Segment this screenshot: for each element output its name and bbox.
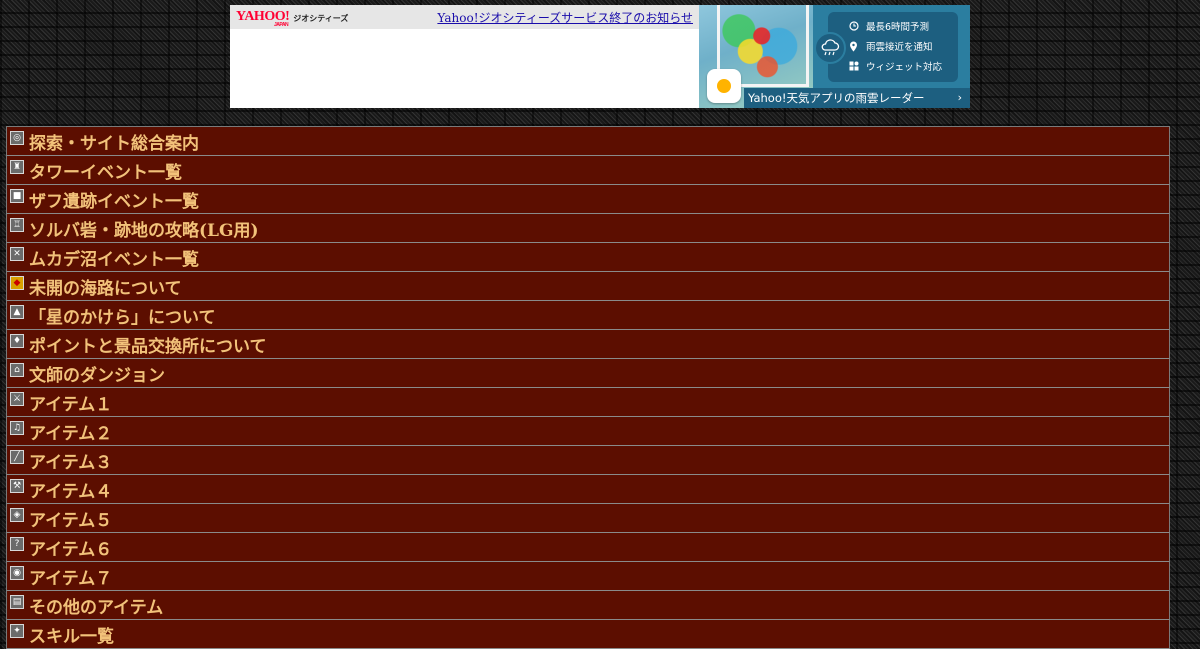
chevron-right-icon: › — [957, 91, 962, 104]
geocities-topbar: YAHOO! JAPAN ジオシティーズ Yahoo!ジオシティーズサービス終了… — [230, 5, 699, 29]
service-end-notice-link[interactable]: Yahoo!ジオシティーズサービス終了のお知らせ — [437, 9, 693, 26]
skill-icon: ✦ — [10, 624, 24, 638]
nav-item-sea-route[interactable]: ◆ 未開の海路について — [6, 272, 1170, 301]
weather-app-icon — [707, 69, 741, 103]
nav-item-label: アイテム２ — [29, 423, 113, 444]
nav-item-items-5[interactable]: ◈ アイテム５ — [6, 504, 1170, 533]
nav-item-label: ムカデ沼イベント一覧 — [29, 249, 199, 270]
bag-icon: ▤ — [10, 595, 24, 609]
location-pin-icon — [848, 41, 859, 52]
nav-item-label: アイテム１ — [29, 394, 113, 415]
nav-item-tower-events[interactable]: ♜ タワーイベント一覧 — [6, 156, 1170, 185]
nav-item-label: ポイントと景品交換所について — [29, 336, 267, 357]
nav-item-dungeon[interactable]: ⌂ 文師のダンジョン — [6, 359, 1170, 388]
compass-icon: ◎ — [10, 131, 24, 145]
nav-item-label: アイテム７ — [29, 568, 113, 589]
swamp-icon: ✕ — [10, 247, 24, 261]
nav-item-star-fragment[interactable]: ▲ 「星のかけら」について — [6, 301, 1170, 330]
nav-item-label: アイテム３ — [29, 452, 113, 473]
sword-icon: ⚔ — [10, 392, 24, 406]
weather-cta-label: Yahoo!天気アプリの雨雲レーダー — [748, 91, 925, 105]
nav-item-skills[interactable]: ✦ スキル一覧 — [6, 620, 1170, 649]
sun-icon — [717, 79, 731, 93]
helmet-icon: ? — [10, 537, 24, 551]
nav-item-label: アイテム４ — [29, 481, 113, 502]
nav-item-label: アイテム６ — [29, 539, 113, 560]
yahoo-logo-sub: JAPAN — [274, 22, 289, 28]
axe-icon: ⚒ — [10, 479, 24, 493]
yahoo-japan-logo[interactable]: YAHOO! JAPAN ジオシティーズ — [236, 10, 349, 28]
nav-item-items-3[interactable]: ╱ アイテム３ — [6, 446, 1170, 475]
weather-feature-notify: 雨雲接近を通知 — [828, 36, 958, 56]
weather-app-ad[interactable]: 最長6時間予測 雨雲接近を通知 ウィジェット対応 Yahoo!天気アプリの雨雲レ… — [699, 5, 970, 108]
sea-route-icon: ◆ — [10, 276, 24, 290]
nav-item-label: 「星のかけら」について — [29, 307, 216, 328]
nav-item-label: ソルバ砦・跡地の攻略(LG用) — [29, 220, 259, 241]
star-fragment-icon: ▲ — [10, 305, 24, 319]
nav-item-label: タワーイベント一覧 — [29, 162, 182, 183]
nav-item-items-4[interactable]: ⚒ アイテム４ — [6, 475, 1170, 504]
shield-icon: ◉ — [10, 566, 24, 580]
weather-feature-label: 雨雲接近を通知 — [866, 42, 933, 53]
weather-feature-list: 最長6時間予測 雨雲接近を通知 ウィジェット対応 — [828, 12, 958, 82]
weather-feature-label: ウィジェット対応 — [866, 62, 943, 73]
nav-item-label: その他のアイテム — [29, 597, 164, 618]
nav-item-point-exchange[interactable]: ♦ ポイントと景品交換所について — [6, 330, 1170, 359]
nav-item-site-guide[interactable]: ◎ 探索・サイト総合案内 — [6, 127, 1170, 156]
clock-icon — [848, 21, 859, 31]
nav-item-items-7[interactable]: ◉ アイテム７ — [6, 562, 1170, 591]
weather-feature-forecast: 最長6時間予測 — [828, 16, 958, 36]
nav-item-mukade-swamp[interactable]: ✕ ムカデ沼イベント一覧 — [6, 243, 1170, 272]
geocities-service-name: ジオシティーズ — [293, 14, 349, 23]
nav-item-label: スキル一覧 — [29, 626, 114, 647]
bow-icon: ♫ — [10, 421, 24, 435]
nav-item-label: 未開の海路について — [29, 278, 182, 299]
weather-radar-cta[interactable]: Yahoo!天気アプリの雨雲レーダー › — [744, 88, 970, 108]
geocities-banner: YAHOO! JAPAN ジオシティーズ Yahoo!ジオシティーズサービス終了… — [230, 5, 970, 108]
weather-feature-label: 最長6時間予測 — [866, 22, 930, 33]
fort-icon: ♖ — [10, 218, 24, 232]
weather-feature-widget: ウィジェット対応 — [828, 56, 958, 76]
geocities-header: YAHOO! JAPAN ジオシティーズ Yahoo!ジオシティーズサービス終了… — [230, 5, 699, 108]
nav-item-label: ザフ遺跡イベント一覧 — [29, 191, 199, 212]
nav-item-label: 文師のダンジョン — [29, 365, 165, 386]
nav-item-items-1[interactable]: ⚔ アイテム１ — [6, 388, 1170, 417]
nav-item-label: アイテム５ — [29, 510, 113, 531]
rain-cloud-icon — [814, 32, 846, 64]
nav-item-items-6[interactable]: ? アイテム６ — [6, 533, 1170, 562]
armor-icon: ◈ — [10, 508, 24, 522]
tower-icon: ♜ — [10, 160, 24, 174]
dungeon-icon: ⌂ — [10, 363, 24, 377]
exchange-icon: ♦ — [10, 334, 24, 348]
site-nav-menu: ◎ 探索・サイト総合案内 ♜ タワーイベント一覧 ■ ザフ遺跡イベント一覧 ♖ … — [6, 126, 1170, 649]
nav-item-solba-fort[interactable]: ♖ ソルバ砦・跡地の攻略(LG用) — [6, 214, 1170, 243]
nav-item-other-items[interactable]: ▤ その他のアイテム — [6, 591, 1170, 620]
widget-icon — [848, 61, 859, 71]
nav-item-label: 探索・サイト総合案内 — [29, 133, 199, 154]
yahoo-logo-mark: YAHOO! JAPAN — [236, 10, 290, 28]
ruins-icon: ■ — [10, 189, 24, 203]
nav-item-items-2[interactable]: ♫ アイテム２ — [6, 417, 1170, 446]
nav-item-zaf-ruins-events[interactable]: ■ ザフ遺跡イベント一覧 — [6, 185, 1170, 214]
staff-icon: ╱ — [10, 450, 24, 464]
